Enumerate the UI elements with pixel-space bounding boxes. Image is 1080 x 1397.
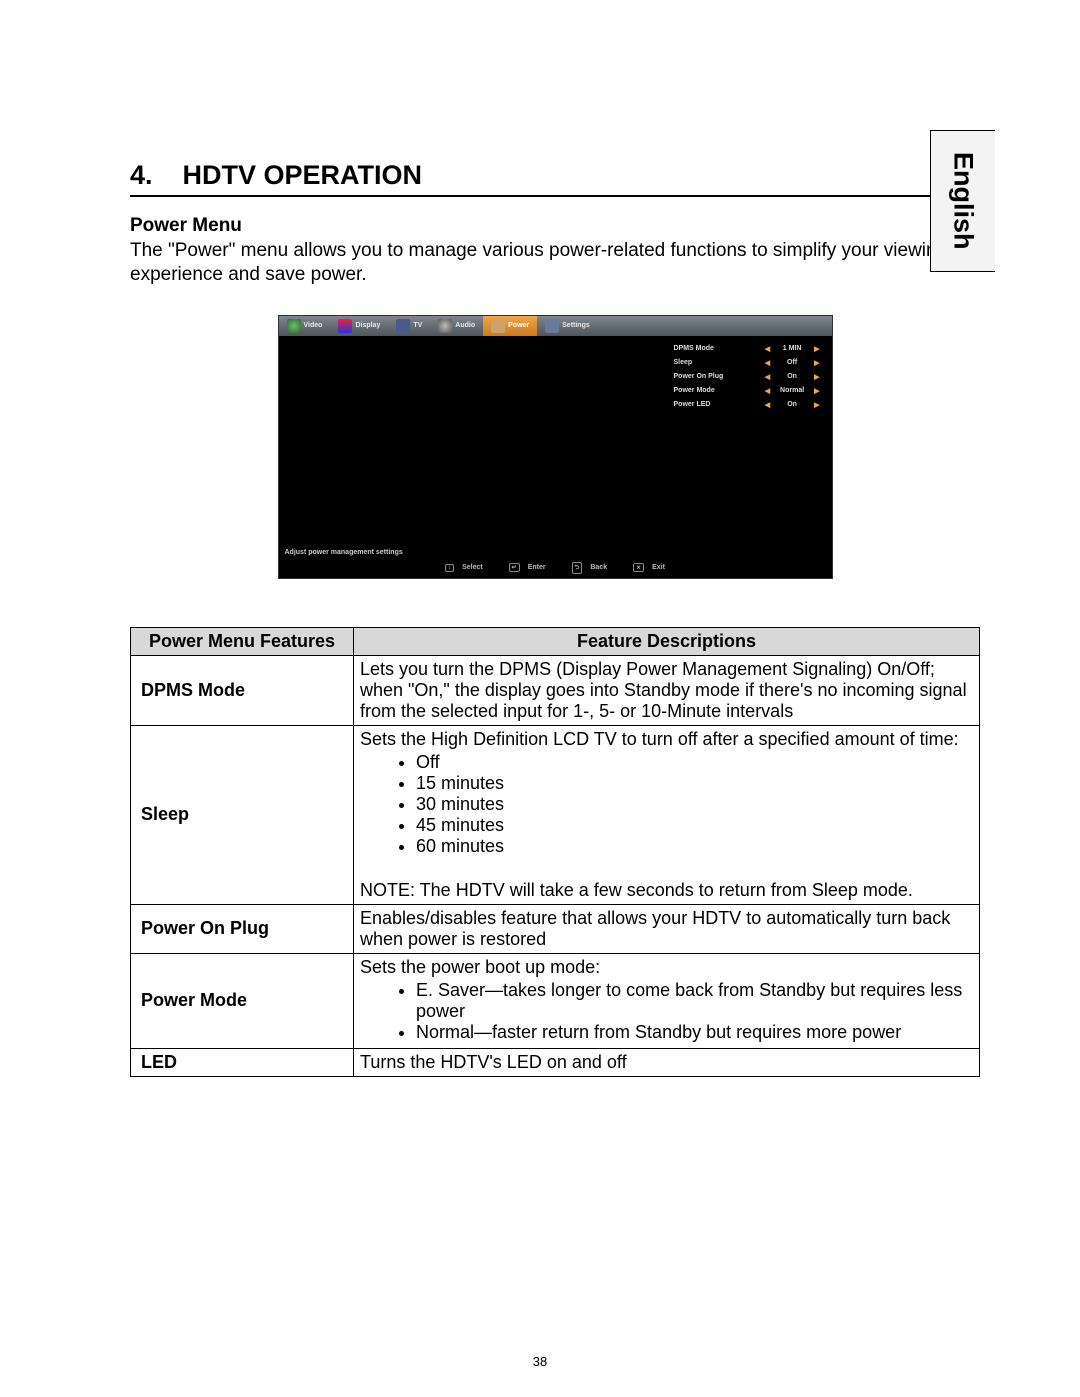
feature-name: DPMS Mode [131,655,354,725]
osd-option-row: Power LED◀On▶ [674,398,824,412]
chevron-left-icon: ◀ [761,387,774,395]
osd-menu-bar: Video Display TV Audio Power Settings [279,316,832,336]
chevron-right-icon: ▶ [810,387,823,395]
power-icon [491,319,505,333]
osd-option-label: Power Mode [674,387,761,394]
feature-description: Lets you turn the DPMS (Display Power Ma… [354,655,980,725]
feature-options-list: E. Saver—takes longer to come back from … [360,980,973,1043]
osd-option-row: Power On Plug◀On▶ [674,370,824,384]
osd-tab-video: Video [279,316,331,336]
manual-page: English 4. HDTV OPERATION Power Menu The… [0,0,1080,1397]
osd-footer-label: Enter [528,564,546,571]
osd-tab-audio: Audio [430,316,483,336]
key-icon: ↵ [509,563,520,572]
language-tab-label: English [948,152,979,250]
settings-icon [545,319,559,333]
osd-option-row: Power Mode◀Normal▶ [674,384,824,398]
section-heading: 4. HDTV OPERATION [130,160,980,197]
table-row: Power Mode Sets the power boot up mode: … [131,953,980,1048]
osd-footer-label: Select [462,564,483,571]
key-icon: ⮌ [572,562,583,574]
chevron-left-icon: ◀ [761,345,774,353]
osd-tab-label: Display [355,322,380,329]
osd-option-value: Off [774,359,810,366]
list-item: E. Saver—takes longer to come back from … [416,980,973,1022]
list-item: 45 minutes [416,815,973,836]
feature-description-lead: Sets the power boot up mode: [360,957,600,977]
osd-footer-label: Exit [652,564,665,571]
table-row: Sleep Sets the High Definition LCD TV to… [131,725,980,904]
osd-tab-power: Power [483,316,537,336]
osd-option-label: Power LED [674,401,761,408]
subsection-heading: Power Menu [130,215,980,237]
osd-option-row: Sleep◀Off▶ [674,356,824,370]
table-row: DPMS Mode Lets you turn the DPMS (Displa… [131,655,980,725]
osd-hint-text: Adjust power management settings [285,549,403,556]
osd-tab-label: Video [304,322,323,329]
osd-option-label: DPMS Mode [674,345,761,352]
osd-option-label: Sleep [674,359,761,366]
page-number: 38 [0,1354,1080,1369]
section-title: HDTV OPERATION [183,160,423,191]
chevron-right-icon: ▶ [810,345,823,353]
feature-description: Sets the power boot up mode: E. Saver—ta… [354,953,980,1048]
chevron-left-icon: ◀ [761,373,774,381]
osd-screenshot: Video Display TV Audio Power Settings DP… [278,315,833,579]
osd-option-row: DPMS Mode◀1 MIN▶ [674,342,824,356]
features-table: Power Menu Features Feature Descriptions… [130,627,980,1077]
feature-name: Sleep [131,725,354,904]
list-item: Normal—faster return from Standby but re… [416,1022,973,1043]
list-item: 15 minutes [416,773,973,794]
table-header-feature: Power Menu Features [131,627,354,655]
feature-name: LED [131,1048,354,1076]
osd-footer-label: Back [590,564,607,571]
osd-footer: ↕ Select ↵ Enter ⮌ Back ⨯ Exit [279,562,832,574]
osd-tab-label: Settings [562,322,590,329]
tv-icon [396,319,410,333]
osd-tab-label: Audio [455,322,475,329]
chevron-left-icon: ◀ [761,401,774,409]
osd-tab-settings: Settings [537,316,598,336]
osd-tab-tv: TV [388,316,430,336]
table-header-description: Feature Descriptions [354,627,980,655]
display-icon [338,319,352,333]
section-number: 4. [130,160,153,191]
chevron-right-icon: ▶ [810,373,823,381]
table-row: LED Turns the HDTV's LED on and off [131,1048,980,1076]
osd-tab-display: Display [330,316,388,336]
list-item: 30 minutes [416,794,973,815]
chevron-right-icon: ▶ [810,359,823,367]
osd-option-value: 1 MIN [774,345,810,352]
language-tab: English [930,130,995,272]
osd-tab-label: Power [508,322,529,329]
feature-note: NOTE: The HDTV will take a few seconds t… [360,880,913,900]
chevron-right-icon: ▶ [810,401,823,409]
osd-option-value: On [774,373,810,380]
key-icon: ⨯ [633,563,644,572]
table-row: Power On Plug Enables/disables feature t… [131,904,980,953]
chevron-left-icon: ◀ [761,359,774,367]
feature-name: Power On Plug [131,904,354,953]
feature-description: Sets the High Definition LCD TV to turn … [354,725,980,904]
feature-name: Power Mode [131,953,354,1048]
osd-options-panel: DPMS Mode◀1 MIN▶ Sleep◀Off▶ Power On Plu… [674,342,824,412]
feature-description-lead: Sets the High Definition LCD TV to turn … [360,729,959,749]
feature-description: Enables/disables feature that allows you… [354,904,980,953]
table-header-row: Power Menu Features Feature Descriptions [131,627,980,655]
list-item: 60 minutes [416,836,973,857]
intro-paragraph: The "Power" menu allows you to manage va… [130,239,980,287]
key-icon: ↕ [445,564,454,572]
osd-tab-label: TV [413,322,422,329]
osd-option-value: Normal [774,387,810,394]
feature-description: Turns the HDTV's LED on and off [354,1048,980,1076]
osd-screenshot-container: Video Display TV Audio Power Settings DP… [130,315,980,579]
list-item: Off [416,752,973,773]
osd-option-value: On [774,401,810,408]
audio-icon [438,319,452,333]
osd-option-label: Power On Plug [674,373,761,380]
video-icon [287,319,301,333]
feature-options-list: Off 15 minutes 30 minutes 45 minutes 60 … [360,752,973,857]
